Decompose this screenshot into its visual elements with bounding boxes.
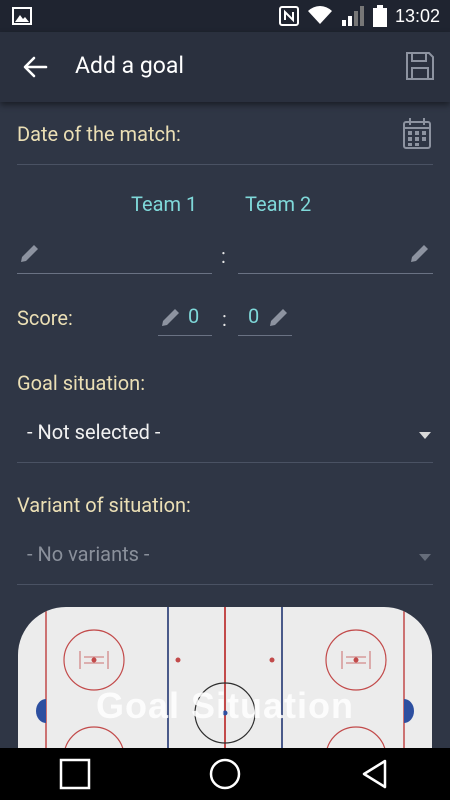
back-arrow-icon[interactable] bbox=[22, 54, 48, 80]
date-label: Date of the match: bbox=[17, 122, 181, 146]
square-icon bbox=[59, 758, 91, 790]
nav-bar bbox=[0, 748, 450, 800]
divider bbox=[17, 462, 433, 463]
divider bbox=[17, 584, 433, 585]
dropdown-arrow-icon bbox=[419, 432, 431, 439]
pencil-icon bbox=[270, 309, 287, 326]
home-button[interactable] bbox=[205, 754, 245, 794]
goal-situation-select[interactable]: - Not selected - bbox=[17, 408, 433, 460]
team1-input[interactable] bbox=[17, 232, 212, 274]
score-separator: : bbox=[222, 307, 227, 331]
rink-diagram[interactable]: Goal Situation bbox=[18, 607, 432, 748]
status-bar: 13:02 bbox=[0, 0, 450, 32]
variant-label: Variant of situation: bbox=[17, 493, 191, 517]
score1-value: 0 bbox=[188, 304, 200, 328]
save-icon[interactable] bbox=[404, 50, 436, 82]
score-label: Score: bbox=[17, 306, 73, 330]
team-separator: : bbox=[221, 244, 226, 268]
back-button[interactable] bbox=[355, 754, 395, 794]
image-notification-icon bbox=[12, 7, 32, 25]
pencil-icon bbox=[21, 245, 38, 262]
divider bbox=[17, 164, 433, 165]
team1-label: Team 1 bbox=[131, 192, 198, 216]
variant-value: - No variants - bbox=[27, 542, 150, 566]
team2-input[interactable] bbox=[238, 232, 433, 274]
circle-icon bbox=[209, 758, 241, 790]
calendar-icon[interactable] bbox=[403, 117, 431, 149]
triangle-back-icon bbox=[362, 759, 387, 789]
signal-icon bbox=[341, 6, 364, 26]
wifi-icon bbox=[307, 6, 332, 25]
team2-label: Team 2 bbox=[245, 192, 312, 216]
status-time: 13:02 bbox=[394, 5, 440, 26]
pencil-icon bbox=[162, 309, 179, 326]
dropdown-arrow-icon bbox=[419, 554, 431, 561]
nfc-icon bbox=[278, 6, 299, 26]
score2-value: 0 bbox=[248, 304, 260, 328]
page-title: Add a goal bbox=[75, 52, 185, 79]
recents-button[interactable] bbox=[55, 754, 95, 794]
score2-input[interactable]: 0 bbox=[238, 300, 292, 336]
pencil-icon bbox=[411, 245, 428, 262]
goal-situation-value: - Not selected - bbox=[27, 420, 161, 444]
goal-situation-label: Goal situation: bbox=[17, 371, 146, 395]
app-bar: Add a goal bbox=[0, 32, 450, 102]
battery-icon bbox=[372, 5, 387, 27]
rink-overlay-text: Goal Situation bbox=[95, 685, 354, 726]
score1-input[interactable]: 0 bbox=[158, 300, 212, 336]
variant-select[interactable]: - No variants - bbox=[17, 530, 433, 582]
